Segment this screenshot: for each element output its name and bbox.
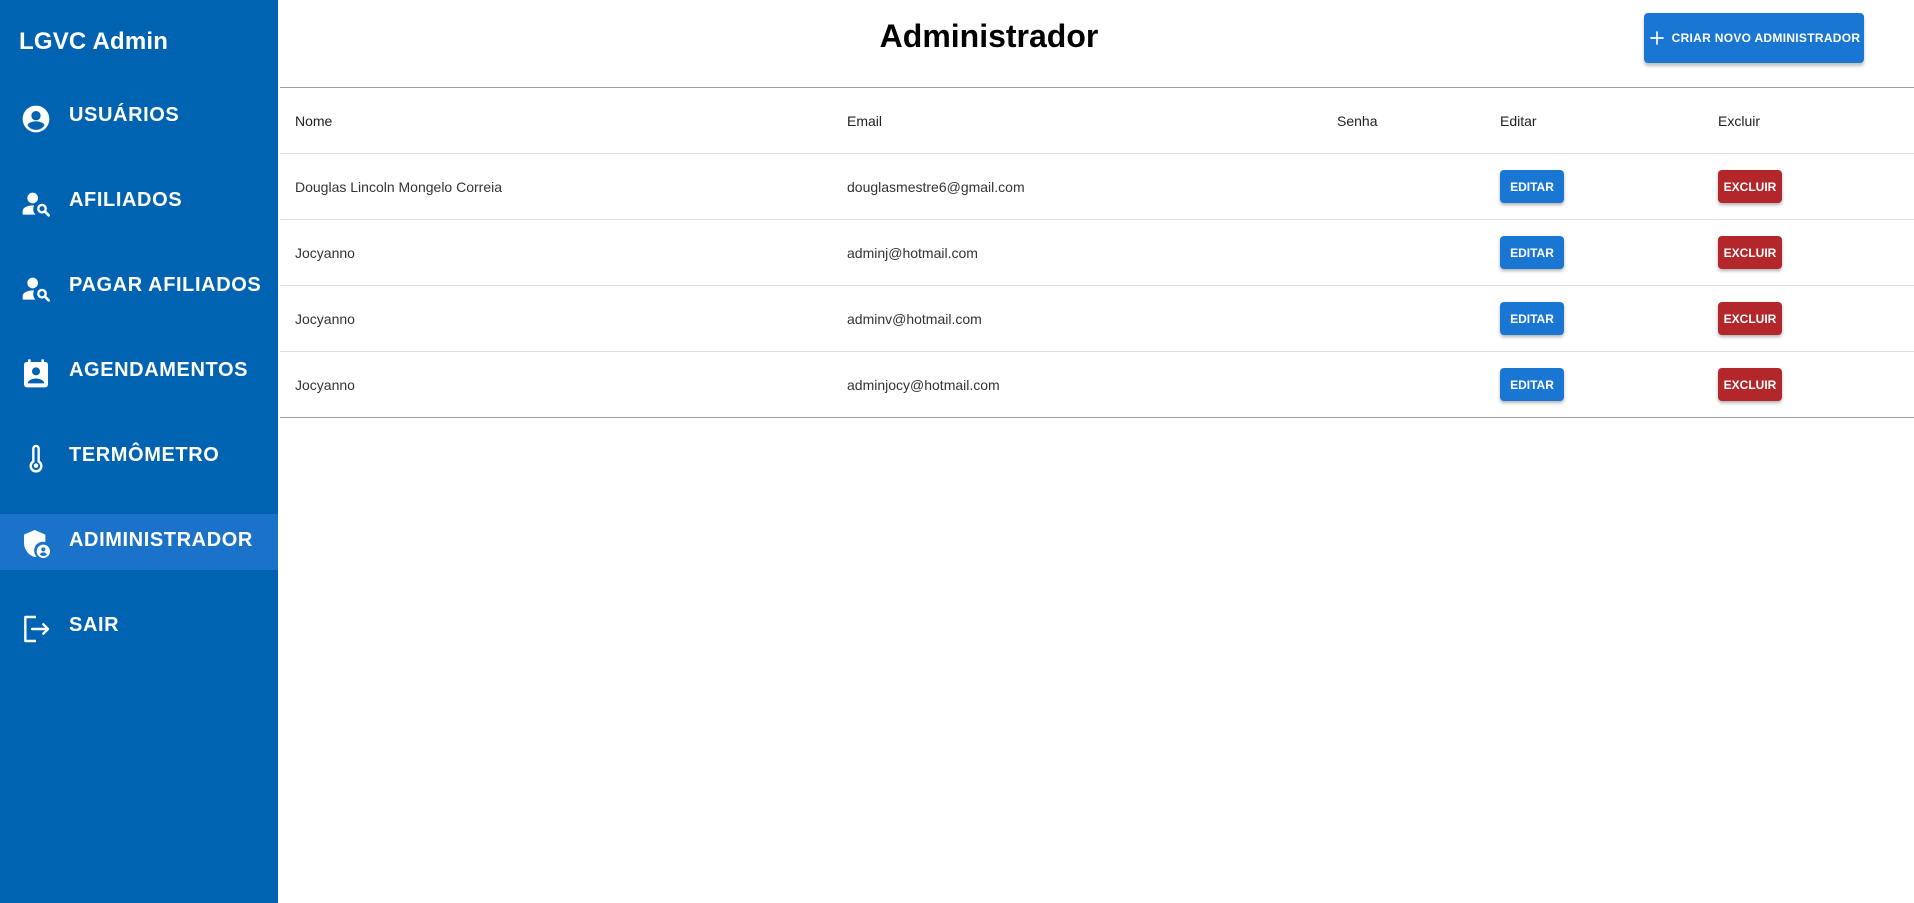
table-row: Douglas Lincoln Mongelo Correia douglasm… xyxy=(280,153,1914,220)
assignment-ind-icon xyxy=(20,358,52,390)
sidebar-item-label: AFILIADOS xyxy=(69,189,183,211)
table-row: Jocyanno adminjocy@hotmail.com EDITAR EX… xyxy=(280,352,1914,418)
person-search-icon xyxy=(20,273,52,305)
cell-excluir: EXCLUIR xyxy=(1703,153,1914,220)
cell-senha xyxy=(1322,285,1485,352)
cell-nome: Jocyanno xyxy=(280,285,832,352)
create-admin-label: CRIAR NOVO ADMINISTRADOR xyxy=(1671,31,1861,45)
column-header-senha: Senha xyxy=(1322,88,1485,154)
delete-button[interactable]: EXCLUIR xyxy=(1718,236,1782,269)
logout-icon xyxy=(20,613,52,645)
sidebar-item-sair[interactable]: SAIR xyxy=(0,599,278,655)
edit-button[interactable]: EDITAR xyxy=(1500,170,1564,203)
delete-button[interactable]: EXCLUIR xyxy=(1718,368,1782,401)
sidebar-item-termometro[interactable]: TERMÔMETRO xyxy=(0,429,278,485)
cell-senha xyxy=(1322,352,1485,418)
thermometer-icon xyxy=(20,443,52,475)
main-content: Administrador CRIAR NOVO ADMINISTRADOR N… xyxy=(278,0,1914,903)
cell-editar: EDITAR xyxy=(1485,285,1703,352)
cell-editar: EDITAR xyxy=(1485,352,1703,418)
cell-editar: EDITAR xyxy=(1485,219,1703,286)
sidebar-item-usuarios[interactable]: USUÁRIOS xyxy=(0,89,278,145)
admin-shield-icon xyxy=(20,528,52,560)
person-search-icon xyxy=(20,188,52,220)
column-header-email: Email xyxy=(832,88,1322,154)
page-title: Administrador xyxy=(879,18,1099,54)
delete-button[interactable]: EXCLUIR xyxy=(1718,302,1782,335)
table-row: Jocyanno adminj@hotmail.com EDITAR EXCLU… xyxy=(280,219,1914,286)
delete-button[interactable]: EXCLUIR xyxy=(1718,170,1782,203)
cell-email: adminv@hotmail.com xyxy=(832,285,1322,352)
sidebar-item-label: SAIR xyxy=(69,614,120,636)
admin-table: Nome Email Senha Editar Excluir Douglas … xyxy=(280,88,1914,417)
sidebar-item-administrador[interactable]: ADIMINISTRADOR xyxy=(0,514,278,570)
cell-email: douglasmestre6@gmail.com xyxy=(832,153,1322,220)
sidebar: LGVC Admin USUÁRIOS AFILIADOS PAGAR AFIL… xyxy=(0,0,278,903)
admin-table-container: Nome Email Senha Editar Excluir Douglas … xyxy=(280,87,1914,418)
brand-title: LGVC Admin xyxy=(19,28,169,55)
cell-excluir: EXCLUIR xyxy=(1703,352,1914,418)
sidebar-item-label: PAGAR AFILIADOS xyxy=(69,274,262,296)
cell-senha xyxy=(1322,153,1485,220)
cell-nome: Jocyanno xyxy=(280,219,832,286)
account-circle-icon xyxy=(20,103,52,135)
sidebar-item-label: AGENDAMENTOS xyxy=(69,359,249,381)
column-header-editar: Editar xyxy=(1485,88,1703,154)
sidebar-item-agendamentos[interactable]: AGENDAMENTOS xyxy=(0,344,278,400)
cell-email: adminjocy@hotmail.com xyxy=(847,376,1000,393)
table-header-row: Nome Email Senha Editar Excluir xyxy=(280,88,1914,154)
sidebar-item-afiliados[interactable]: AFILIADOS xyxy=(0,174,278,230)
cell-excluir: EXCLUIR xyxy=(1703,285,1914,352)
edit-button[interactable]: EDITAR xyxy=(1500,302,1564,335)
cell-excluir: EXCLUIR xyxy=(1703,219,1914,286)
column-header-excluir: Excluir xyxy=(1703,88,1914,154)
create-admin-button[interactable]: CRIAR NOVO ADMINISTRADOR xyxy=(1644,13,1864,63)
cell-nome: Jocyanno xyxy=(295,376,355,393)
column-header-nome: Nome xyxy=(280,88,832,154)
cell-editar: EDITAR xyxy=(1485,153,1703,220)
sidebar-item-label: ADIMINISTRADOR xyxy=(69,529,253,551)
sidebar-item-pagar-afiliados[interactable]: PAGAR AFILIADOS xyxy=(0,259,278,315)
sidebar-item-label: TERMÔMETRO xyxy=(69,444,220,466)
plus-icon xyxy=(1648,29,1666,47)
cell-senha xyxy=(1322,219,1485,286)
sidebar-item-label: USUÁRIOS xyxy=(69,104,180,126)
edit-button[interactable]: EDITAR xyxy=(1500,236,1564,269)
table-row: Jocyanno adminv@hotmail.com EDITAR EXCLU… xyxy=(280,285,1914,352)
edit-button[interactable]: EDITAR xyxy=(1500,368,1564,401)
cell-email: adminj@hotmail.com xyxy=(832,219,1322,286)
cell-nome: Douglas Lincoln Mongelo Correia xyxy=(280,153,832,220)
